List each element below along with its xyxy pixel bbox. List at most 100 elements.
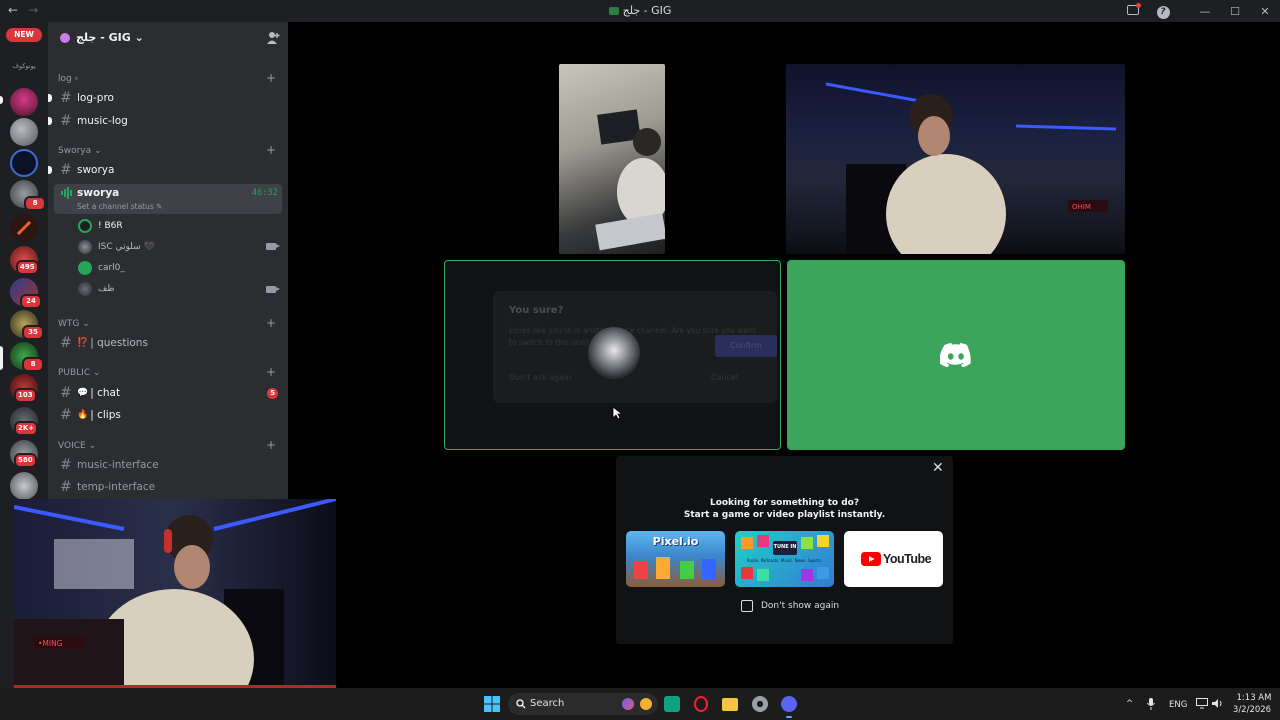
server-icon-13[interactable] [10, 472, 38, 500]
channel-chat[interactable]: # 💬 | chat [60, 383, 284, 403]
mouse-cursor-icon [612, 406, 622, 420]
add-friend-icon[interactable] [266, 31, 280, 45]
hash-icon: # [60, 385, 72, 401]
pip-overlay-text: •MING [38, 639, 63, 648]
hash-icon: # [60, 479, 72, 495]
server-icon-5[interactable] [10, 214, 38, 242]
microphone-icon[interactable] [1147, 698, 1155, 710]
video-tile-portrait[interactable] [559, 64, 665, 254]
category-voice[interactable]: VOICE ⌄ [58, 441, 96, 451]
channel-music-log[interactable]: # music-log [60, 111, 284, 131]
clock-time[interactable]: 1:13 AM [1236, 693, 1272, 703]
voice-user[interactable]: carl0_ [78, 259, 125, 277]
volume-icon[interactable] [1212, 698, 1224, 709]
dont-show-label[interactable]: Don't show again [761, 601, 839, 611]
windows-start-icon[interactable] [484, 696, 500, 712]
category-log[interactable]: log › [58, 74, 78, 84]
avatar [78, 240, 92, 254]
activity-heading: Looking for something to do? [709, 498, 860, 508]
create-channel-icon[interactable]: + [266, 143, 276, 157]
close-icon[interactable]: ✕ [932, 460, 944, 476]
server-icon-2[interactable] [10, 118, 38, 146]
channel-label: log-pro [77, 92, 114, 104]
channel-clips[interactable]: # 🔥 | clips [60, 405, 284, 425]
create-channel-icon[interactable]: + [266, 438, 276, 452]
help-icon: ? [1156, 5, 1170, 19]
close-window-button[interactable]: ✕ [1250, 5, 1280, 18]
server-badge: 24 [20, 294, 42, 309]
set-channel-status[interactable]: Set a channel status ✎ [77, 202, 162, 211]
webcam-feed-pip: •MING [14, 499, 336, 695]
video-tile-no-camera[interactable] [787, 260, 1125, 450]
voice-user[interactable]: ISC سلوتي 🖤 [78, 238, 155, 256]
hash-icon: # [60, 407, 72, 423]
selected-server-pill [0, 346, 3, 370]
guild-name-text: جلج - GIG [76, 31, 131, 44]
inbox-button[interactable] [1118, 2, 1148, 18]
guild-name: جلج - GIG ⌄ [76, 31, 144, 44]
app-icon[interactable] [664, 696, 680, 712]
channel-sworya-text[interactable]: # sworya [60, 160, 284, 180]
file-explorer-icon[interactable] [722, 698, 738, 711]
activity-card-pixelio[interactable]: Pixel.io [626, 531, 725, 587]
voice-user[interactable]: ! B6R [78, 217, 123, 235]
video-tile-webcam[interactable]: OHIM [786, 64, 1125, 254]
channel-label: music-interface [77, 459, 159, 471]
category-sworya[interactable]: Sworya ⌄ [58, 146, 102, 156]
widget-icon[interactable] [640, 698, 652, 710]
settings-gear-icon[interactable] [752, 696, 768, 712]
activity-card-tunein[interactable]: TUNE IN Radio. Podcasts. Music. News. Sp… [735, 531, 834, 587]
voice-user[interactable]: ظف [78, 280, 114, 298]
hash-icon: # [60, 335, 72, 351]
guild-header[interactable]: جلج - GIG ⌄ [48, 22, 288, 54]
create-channel-icon[interactable]: + [266, 71, 276, 85]
minimize-button[interactable]: — [1190, 5, 1220, 18]
channel-questions[interactable]: # ⁉️ | questions [60, 333, 284, 353]
channel-label: sworya [77, 187, 120, 199]
channel-label: | clips [90, 409, 121, 421]
category-wtg[interactable]: WTG ⌄ [58, 319, 90, 329]
language-indicator[interactable]: ENG [1169, 700, 1187, 710]
channel-label: | questions [90, 337, 148, 349]
channel-music-interface[interactable]: # music-interface [60, 455, 284, 475]
maximize-button[interactable]: ☐ [1220, 5, 1250, 18]
video-tile-screenshare[interactable]: You sure? ✕ Looks like you're in another… [444, 260, 781, 450]
tray-overflow-icon[interactable]: ^ [1126, 699, 1133, 709]
discord-taskbar-icon[interactable] [781, 696, 797, 712]
opera-icon[interactable] [694, 696, 708, 712]
camera-icon [266, 286, 280, 293]
voice-user-name: ! B6R [98, 221, 123, 231]
window-title-icon [608, 7, 619, 15]
activity-card-label: YouTube [883, 552, 932, 566]
copilot-icon[interactable] [622, 698, 634, 710]
inbox-icon [1127, 2, 1141, 15]
server-badge: 495 [16, 260, 39, 275]
question-emoji-icon: ⁉️ [77, 338, 89, 348]
voice-channel-sworya[interactable]: sworya [60, 183, 284, 203]
clock-date[interactable]: 3/2/2026 [1232, 705, 1272, 715]
help-button[interactable]: ? [1148, 4, 1178, 19]
voice-speaker-icon [61, 187, 72, 199]
mention-badge: 5 [267, 388, 278, 399]
channel-temp-interface[interactable]: # temp-interface [60, 477, 284, 497]
channel-log-pro[interactable]: # log-pro [60, 88, 284, 108]
dont-show-checkbox[interactable] [741, 600, 753, 612]
channel-label: | chat [90, 387, 121, 399]
server-icon-1[interactable] [10, 88, 38, 116]
network-icon[interactable] [1196, 698, 1208, 709]
hash-icon: # [60, 90, 72, 106]
streamer-webcam-overlay: •MING [14, 499, 336, 695]
activity-card-youtube[interactable]: YouTube [844, 531, 943, 587]
activity-shelf: ✕ Looking for something to do? Start a g… [616, 456, 953, 644]
taskbar-search-text: Search [530, 698, 565, 709]
unread-indicator [48, 117, 52, 125]
category-public[interactable]: PUBLIC ⌄ [58, 368, 101, 378]
server-icon-3[interactable] [10, 149, 38, 177]
create-channel-icon[interactable]: + [266, 316, 276, 330]
server-badge: 8 [24, 196, 46, 211]
os-taskbar: Search ^ ENG 1:13 AM 3/2/2026 [0, 688, 1280, 720]
create-channel-icon[interactable]: + [266, 365, 276, 379]
server-folder-label: يوتوكوف [12, 62, 36, 70]
new-badge[interactable]: NEW [6, 28, 42, 42]
fire-icon: 🔥 [77, 410, 89, 420]
